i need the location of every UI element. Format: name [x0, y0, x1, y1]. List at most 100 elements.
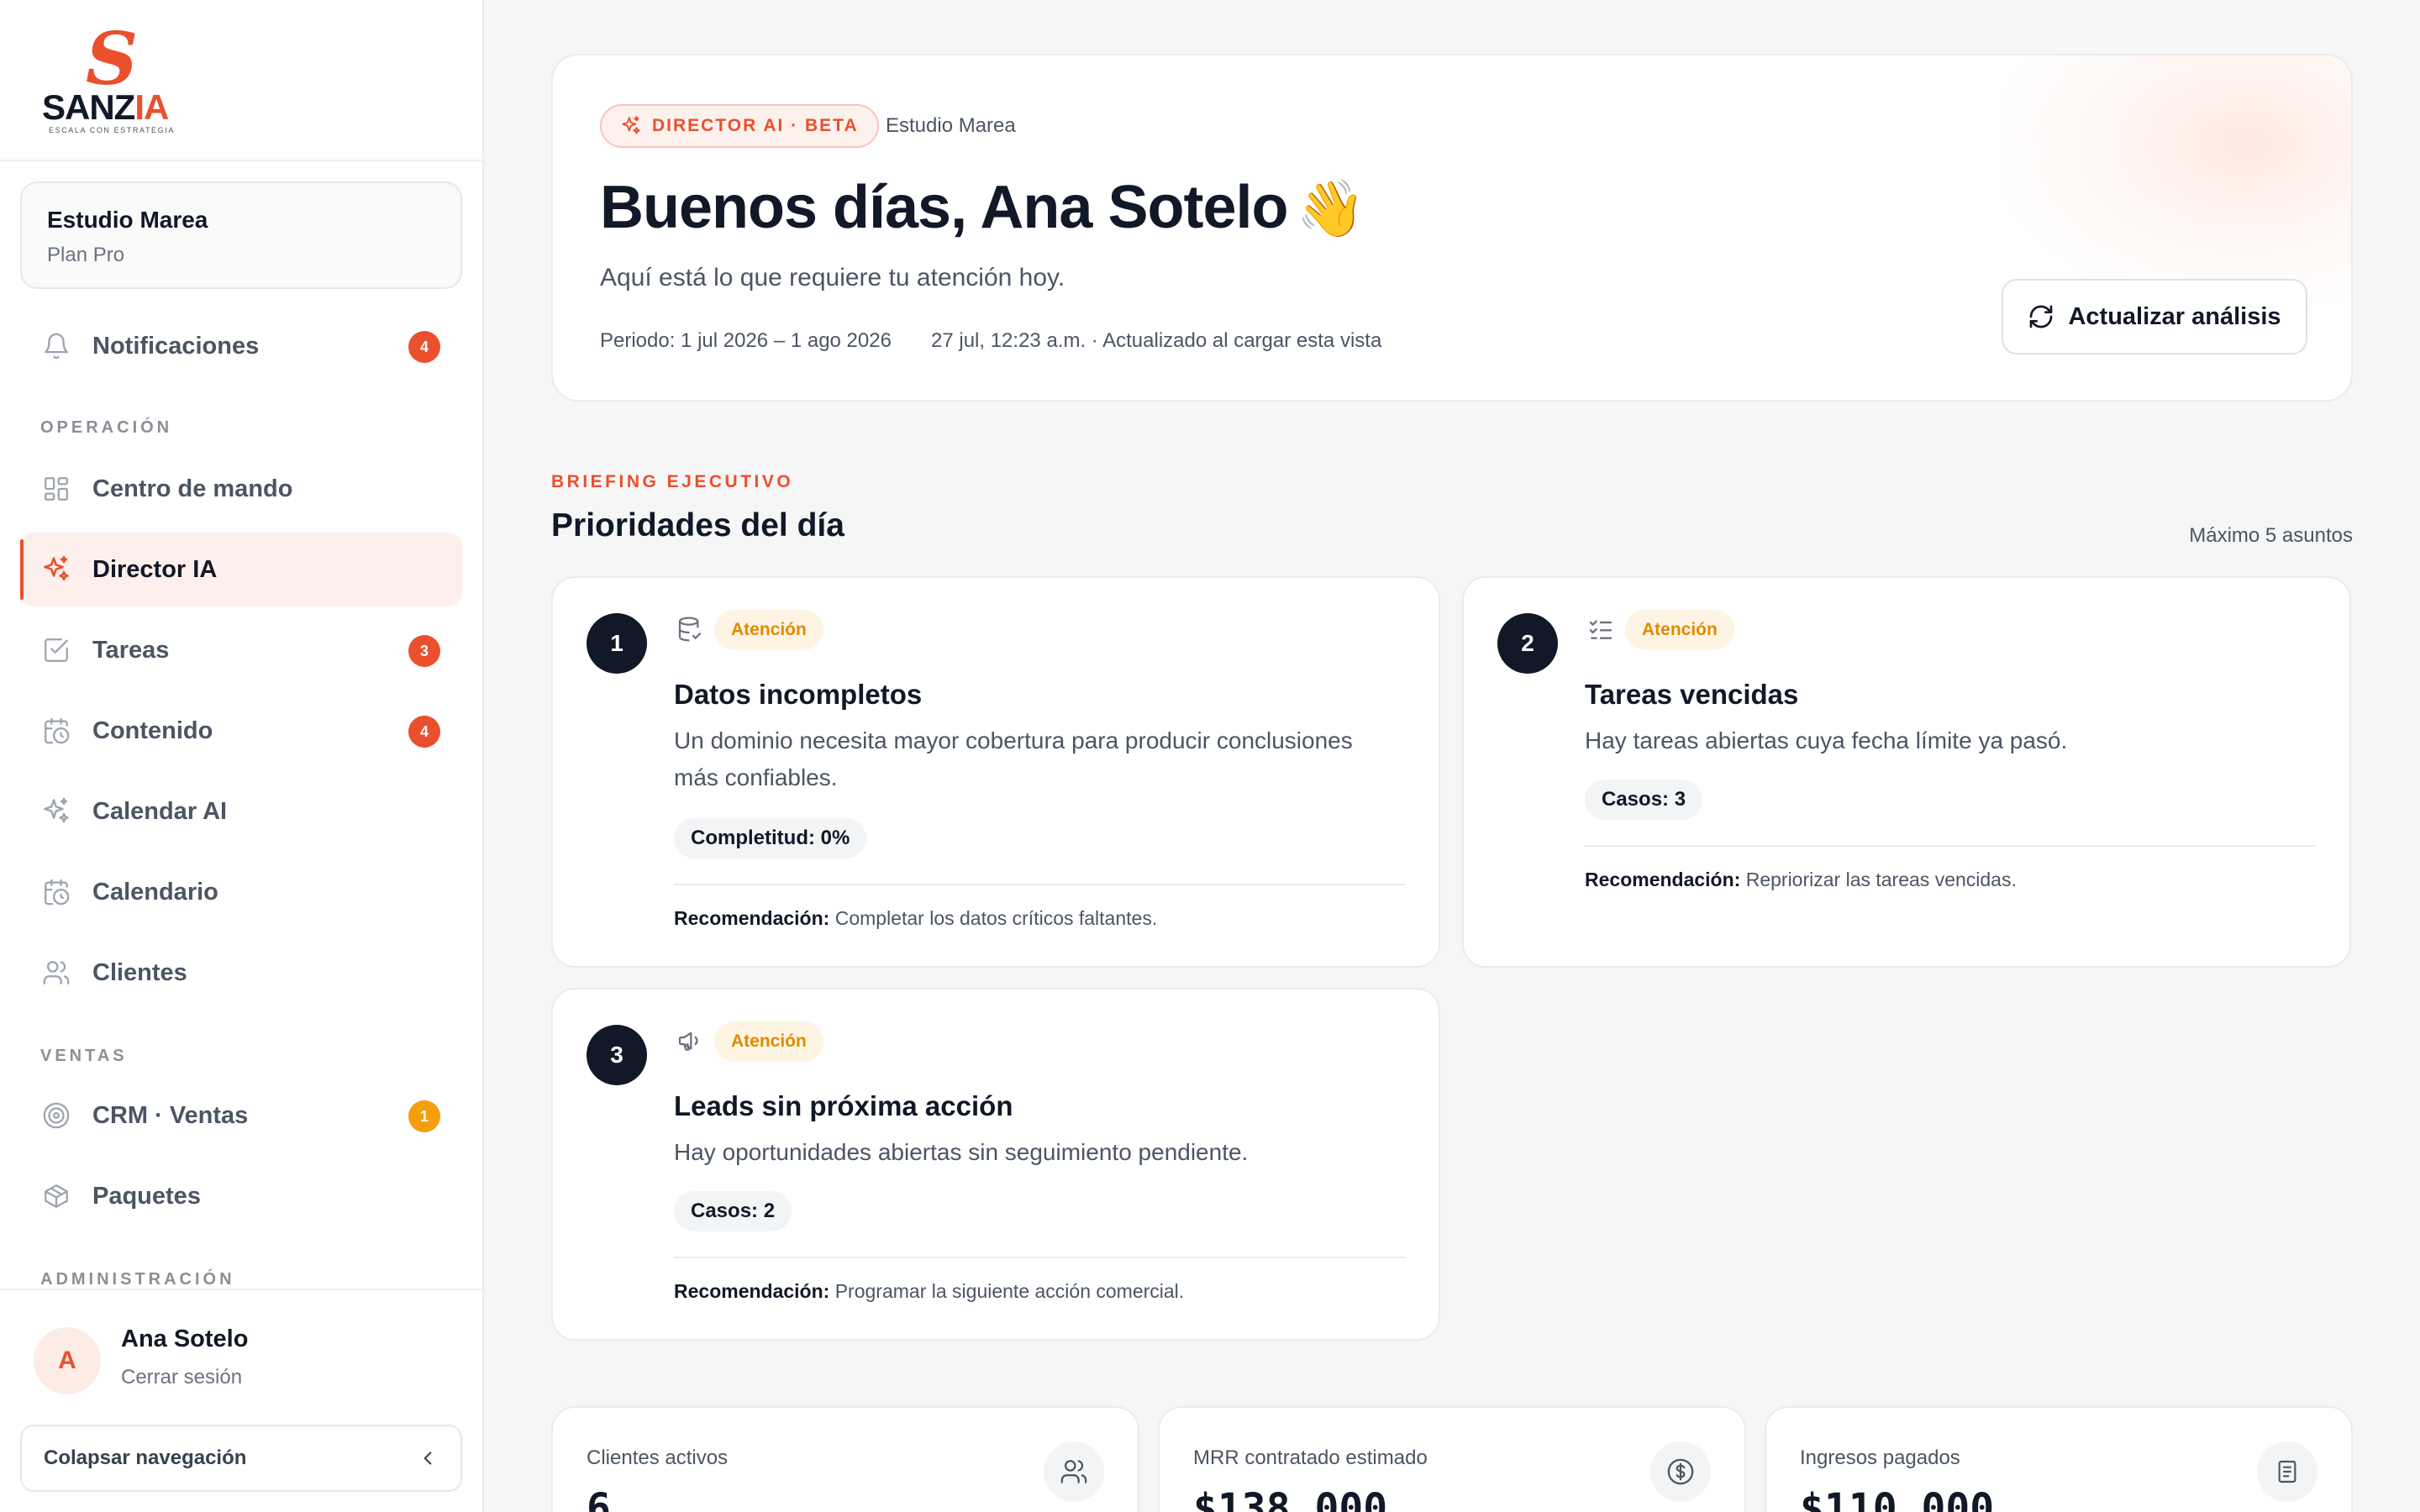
kpi-value: $138,000: [1193, 1485, 1388, 1512]
metric-chip-label: Casos: 3: [1602, 788, 1686, 811]
sidebar-item-notificaciones[interactable]: Notificaciones 4: [20, 309, 462, 383]
section-label-operacion: OPERACIÓN: [40, 418, 173, 437]
sanzia-logo[interactable]: S SANZIA ESCALA CON ESTRATEGIA: [42, 24, 190, 138]
refresh-button-label: Actualizar análisis: [2068, 302, 2281, 330]
refresh-analysis-button[interactable]: Actualizar análisis: [2002, 279, 2307, 354]
recommendation: Recomendación: Completar los datos críti…: [674, 907, 1157, 930]
recommendation-label: Recomendación:: [674, 1280, 830, 1302]
grid-icon: [40, 473, 72, 505]
calendar-clock-icon: [40, 715, 72, 747]
calendar-clock-icon: [40, 876, 72, 908]
package-icon: [40, 1180, 72, 1212]
recommendation-label: Recomendación:: [674, 907, 830, 929]
sidebar-item-crm-ventas[interactable]: CRM · Ventas 1: [20, 1079, 462, 1152]
sidebar-item-label: Paquetes: [92, 1182, 201, 1210]
recommendation-text: Completar los datos críticos faltantes.: [834, 907, 1158, 929]
sidebar-item-label: Contenido: [92, 717, 213, 744]
logout-link[interactable]: Cerrar sesión: [121, 1366, 242, 1389]
refresh-icon: [2030, 305, 2053, 328]
kpi-card-clientes-activos[interactable]: Clientes activos 6: [551, 1406, 1139, 1512]
kpi-card-ingresos-pagados[interactable]: Ingresos pagados $110,000: [1765, 1406, 2353, 1512]
target-icon: [40, 1100, 72, 1131]
hero-subtitle: Aquí está lo que requiere tu atención ho…: [600, 264, 1065, 291]
hero-decorative-glow: [1998, 55, 2351, 307]
sidebar-item-label: Centro de mando: [92, 475, 293, 502]
sidebar-item-label: Director IA: [92, 555, 218, 583]
kpi-card-mrr[interactable]: MRR contratado estimado $138,000: [1158, 1406, 1746, 1512]
logo-wordmark: SANZIA: [42, 87, 169, 128]
hero-org-name: Estudio Marea: [886, 114, 1016, 137]
beta-badge-label: DIRECTOR AI · BETA: [652, 116, 859, 135]
kpi-label: Ingresos pagados: [1800, 1446, 1960, 1469]
sidebar-item-centro-de-mando[interactable]: Centro de mando: [20, 452, 462, 526]
logo-word-b: IA: [134, 87, 169, 127]
sidebar-item-contenido[interactable]: Contenido 4: [20, 694, 462, 768]
priority-card[interactable]: 3 Atención Leads sin próxima acción Hay …: [551, 988, 1440, 1341]
sidebar-item-label: CRM · Ventas: [92, 1101, 249, 1129]
logo-word-a: SANZ: [42, 87, 135, 127]
sidebar-item-clientes[interactable]: Clientes: [20, 936, 462, 1010]
sidebar-item-label: Notificaciones: [92, 332, 260, 360]
priority-card[interactable]: 2 Atención Tareas vencidas Hay tareas ab…: [1462, 576, 2351, 968]
recommendation: Recomendación: Programar la siguiente ac…: [674, 1280, 1184, 1303]
notification-count-badge: 4: [408, 331, 440, 363]
severity-badge: Atención: [714, 1021, 823, 1062]
list-check-icon: [1586, 615, 1615, 643]
sparkles-icon: [40, 554, 72, 585]
metric-chip: Casos: 3: [1585, 780, 1703, 820]
severity-badge: Atención: [714, 610, 823, 650]
sidebar-item-director-ia[interactable]: Director IA: [20, 533, 462, 606]
priority-title: Datos incompletos: [674, 679, 923, 710]
priority-title: Leads sin próxima acción: [674, 1090, 1013, 1121]
crm-count-badge: 1: [408, 1100, 440, 1132]
director-beta-badge: DIRECTOR AI · BETA: [600, 104, 879, 148]
recommendation-text: Repriorizar las tareas vencidas.: [1745, 869, 2017, 890]
users-icon: [1044, 1441, 1104, 1502]
briefing-eyebrow: BRIEFING EJECUTIVO: [551, 472, 794, 491]
chevron-left-icon: [424, 1452, 432, 1465]
sidebar-item-calendar-ai[interactable]: Calendar AI: [20, 774, 462, 848]
megaphone-icon: [676, 1026, 704, 1055]
avatar[interactable]: A: [34, 1327, 101, 1394]
card-divider: [1585, 845, 2316, 847]
priority-title: Tareas vencidas: [1585, 679, 1799, 710]
sidebar: S SANZIA ESCALA CON ESTRATEGIA Estudio M…: [0, 0, 484, 1512]
sidebar-item-paquetes[interactable]: Paquetes: [20, 1159, 462, 1233]
bell-icon: [40, 330, 72, 362]
kpi-label: Clientes activos: [587, 1446, 729, 1469]
tasks-count-badge: 3: [408, 635, 440, 667]
card-divider: [674, 1257, 1405, 1258]
collapse-label: Colapsar navegación: [44, 1446, 247, 1469]
user-name: Ana Sotelo: [121, 1326, 249, 1352]
metric-chip-label: Casos: 2: [691, 1200, 776, 1222]
checkbox-icon: [40, 634, 72, 666]
users-icon: [40, 957, 72, 989]
priority-card[interactable]: 1 Atención Datos incompletos Un dominio …: [551, 576, 1440, 968]
metric-chip: Completitud: 0%: [674, 818, 867, 858]
analysis-period: Periodo: 1 jul 2026 – 1 ago 2026: [600, 329, 892, 352]
logo-letter: S: [86, 17, 139, 102]
sidebar-item-tareas[interactable]: Tareas 3: [20, 613, 462, 687]
priority-description: Un dominio necesita mayor cobertura para…: [674, 727, 1353, 790]
collapse-navigation-button[interactable]: Colapsar navegación: [20, 1425, 462, 1492]
kpi-label: MRR contratado estimado: [1193, 1446, 1428, 1469]
recommendation-label: Recomendación:: [1585, 869, 1741, 890]
database-icon: [676, 615, 704, 643]
sidebar-item-label: Calendario: [92, 878, 218, 906]
max-items-note: Máximo 5 asuntos: [2189, 524, 2353, 547]
card-divider: [674, 884, 1405, 885]
logo-tagline: ESCALA CON ESTRATEGIA: [49, 126, 175, 134]
sidebar-item-label: Calendar AI: [92, 797, 228, 825]
metric-chip-label: Completitud: 0%: [691, 827, 850, 849]
priority-number: 1: [587, 613, 647, 674]
org-plan: Plan Pro: [47, 244, 125, 266]
severity-label: Atención: [731, 1032, 807, 1051]
dollar-icon: [1650, 1441, 1711, 1502]
org-switcher[interactable]: Estudio Marea Plan Pro: [20, 181, 462, 289]
recommendation-text: Programar la siguiente acción comercial.: [834, 1280, 1185, 1302]
section-label-ventas: VENTAS: [40, 1047, 128, 1065]
metric-chip: Casos: 2: [674, 1191, 792, 1231]
director-hero-card: DIRECTOR AI · BETA Estudio Marea Buenos …: [551, 54, 2353, 402]
sidebar-item-calendario[interactable]: Calendario: [20, 855, 462, 929]
severity-label: Atención: [1642, 620, 1718, 639]
